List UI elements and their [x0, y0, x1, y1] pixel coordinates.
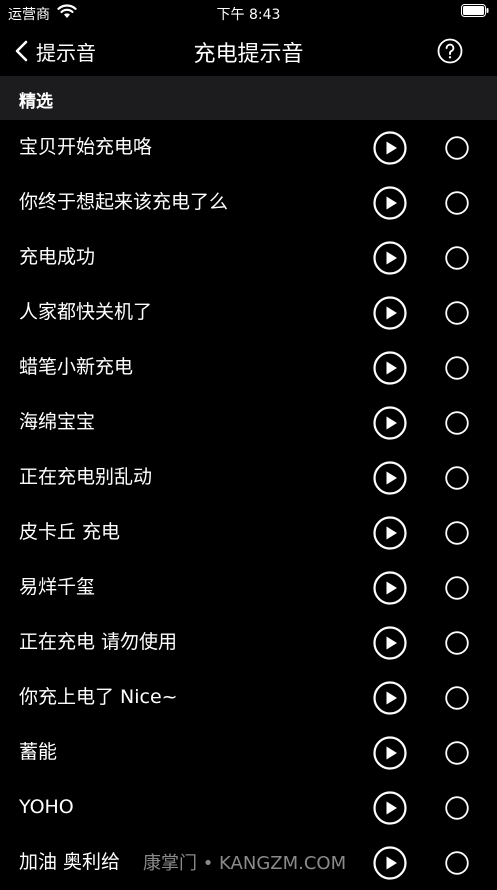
play-circle-icon[interactable]	[373, 681, 407, 715]
sound-name: 你终于想起来该充电了么	[19, 191, 229, 213]
battery-icon	[461, 4, 489, 17]
radio-circle-icon[interactable]	[445, 136, 469, 160]
play-circle-icon[interactable]	[373, 461, 407, 495]
sound-name: YOHO	[19, 796, 74, 818]
radio-circle-icon[interactable]	[445, 191, 469, 215]
sound-list: 宝贝开始充电咯 你终于想起来该充电了么 充电成功 人家都快关机了 蜡笔小新充电 …	[0, 120, 497, 890]
list-item[interactable]: YOHO	[0, 780, 497, 835]
status-bar: 运营商 下午 8:43	[0, 0, 497, 26]
radio-circle-icon[interactable]	[445, 576, 469, 600]
radio-circle-icon[interactable]	[445, 246, 469, 270]
sound-name: 宝贝开始充电咯	[19, 136, 153, 158]
radio-circle-icon[interactable]	[445, 631, 469, 655]
section-header: 精选	[0, 76, 497, 120]
radio-circle-icon[interactable]	[445, 356, 469, 380]
radio-circle-icon[interactable]	[445, 466, 469, 490]
play-circle-icon[interactable]	[373, 351, 407, 385]
radio-circle-icon[interactable]	[445, 741, 469, 765]
list-item[interactable]: 皮卡丘 充电	[0, 505, 497, 560]
clock: 下午 8:43	[216, 7, 281, 23]
play-circle-icon[interactable]	[373, 406, 407, 440]
list-item[interactable]: 海绵宝宝	[0, 395, 497, 450]
sound-name: 正在充电别乱动	[19, 466, 153, 488]
chevron-left-icon	[15, 40, 28, 62]
list-item[interactable]: 你充上电了 Nice~	[0, 670, 497, 725]
back-label: 提示音	[36, 40, 96, 65]
play-circle-icon[interactable]	[373, 626, 407, 660]
sound-name: 正在充电 请勿使用	[19, 631, 178, 653]
radio-circle-icon[interactable]	[445, 796, 469, 820]
radio-circle-icon[interactable]	[445, 301, 469, 325]
list-item[interactable]: 蓄能	[0, 725, 497, 780]
question-circle-icon[interactable]	[437, 38, 463, 64]
radio-circle-icon[interactable]	[445, 851, 469, 875]
list-item[interactable]: 你终于想起来该充电了么	[0, 175, 497, 230]
sound-name: 人家都快关机了	[19, 301, 153, 323]
sound-name: 易烊千玺	[19, 576, 96, 598]
section-title: 精选	[19, 92, 53, 112]
list-item[interactable]: 人家都快关机了	[0, 285, 497, 340]
sound-name: 你充上电了 Nice~	[19, 686, 178, 708]
play-circle-icon[interactable]	[373, 846, 407, 880]
play-circle-icon[interactable]	[373, 131, 407, 165]
radio-circle-icon[interactable]	[445, 521, 469, 545]
play-circle-icon[interactable]	[373, 241, 407, 275]
list-item[interactable]: 正在充电 请勿使用	[0, 615, 497, 670]
watermark: 康掌门 • KANGZM.COM	[143, 853, 347, 874]
play-circle-icon[interactable]	[373, 296, 407, 330]
list-item[interactable]: 宝贝开始充电咯	[0, 120, 497, 175]
play-circle-icon[interactable]	[373, 516, 407, 550]
back-button[interactable]: 提示音	[14, 36, 96, 66]
navigation-bar: 提示音 充电提示音	[0, 26, 497, 76]
list-item[interactable]: 蜡笔小新充电	[0, 340, 497, 395]
radio-circle-icon[interactable]	[445, 411, 469, 435]
sound-name: 海绵宝宝	[19, 411, 96, 433]
play-circle-icon[interactable]	[373, 186, 407, 220]
sound-name: 蓄能	[19, 741, 58, 763]
play-circle-icon[interactable]	[373, 571, 407, 605]
sound-name: 加油 奥利给	[19, 851, 121, 873]
sound-name: 蜡笔小新充电	[19, 356, 134, 378]
list-item[interactable]: 易烊千玺	[0, 560, 497, 615]
radio-circle-icon[interactable]	[445, 686, 469, 710]
list-item[interactable]: 正在充电别乱动	[0, 450, 497, 505]
list-item[interactable]: 充电成功	[0, 230, 497, 285]
play-circle-icon[interactable]	[373, 736, 407, 770]
play-circle-icon[interactable]	[373, 791, 407, 825]
sound-name: 充电成功	[19, 246, 96, 268]
sound-name: 皮卡丘 充电	[19, 521, 121, 543]
